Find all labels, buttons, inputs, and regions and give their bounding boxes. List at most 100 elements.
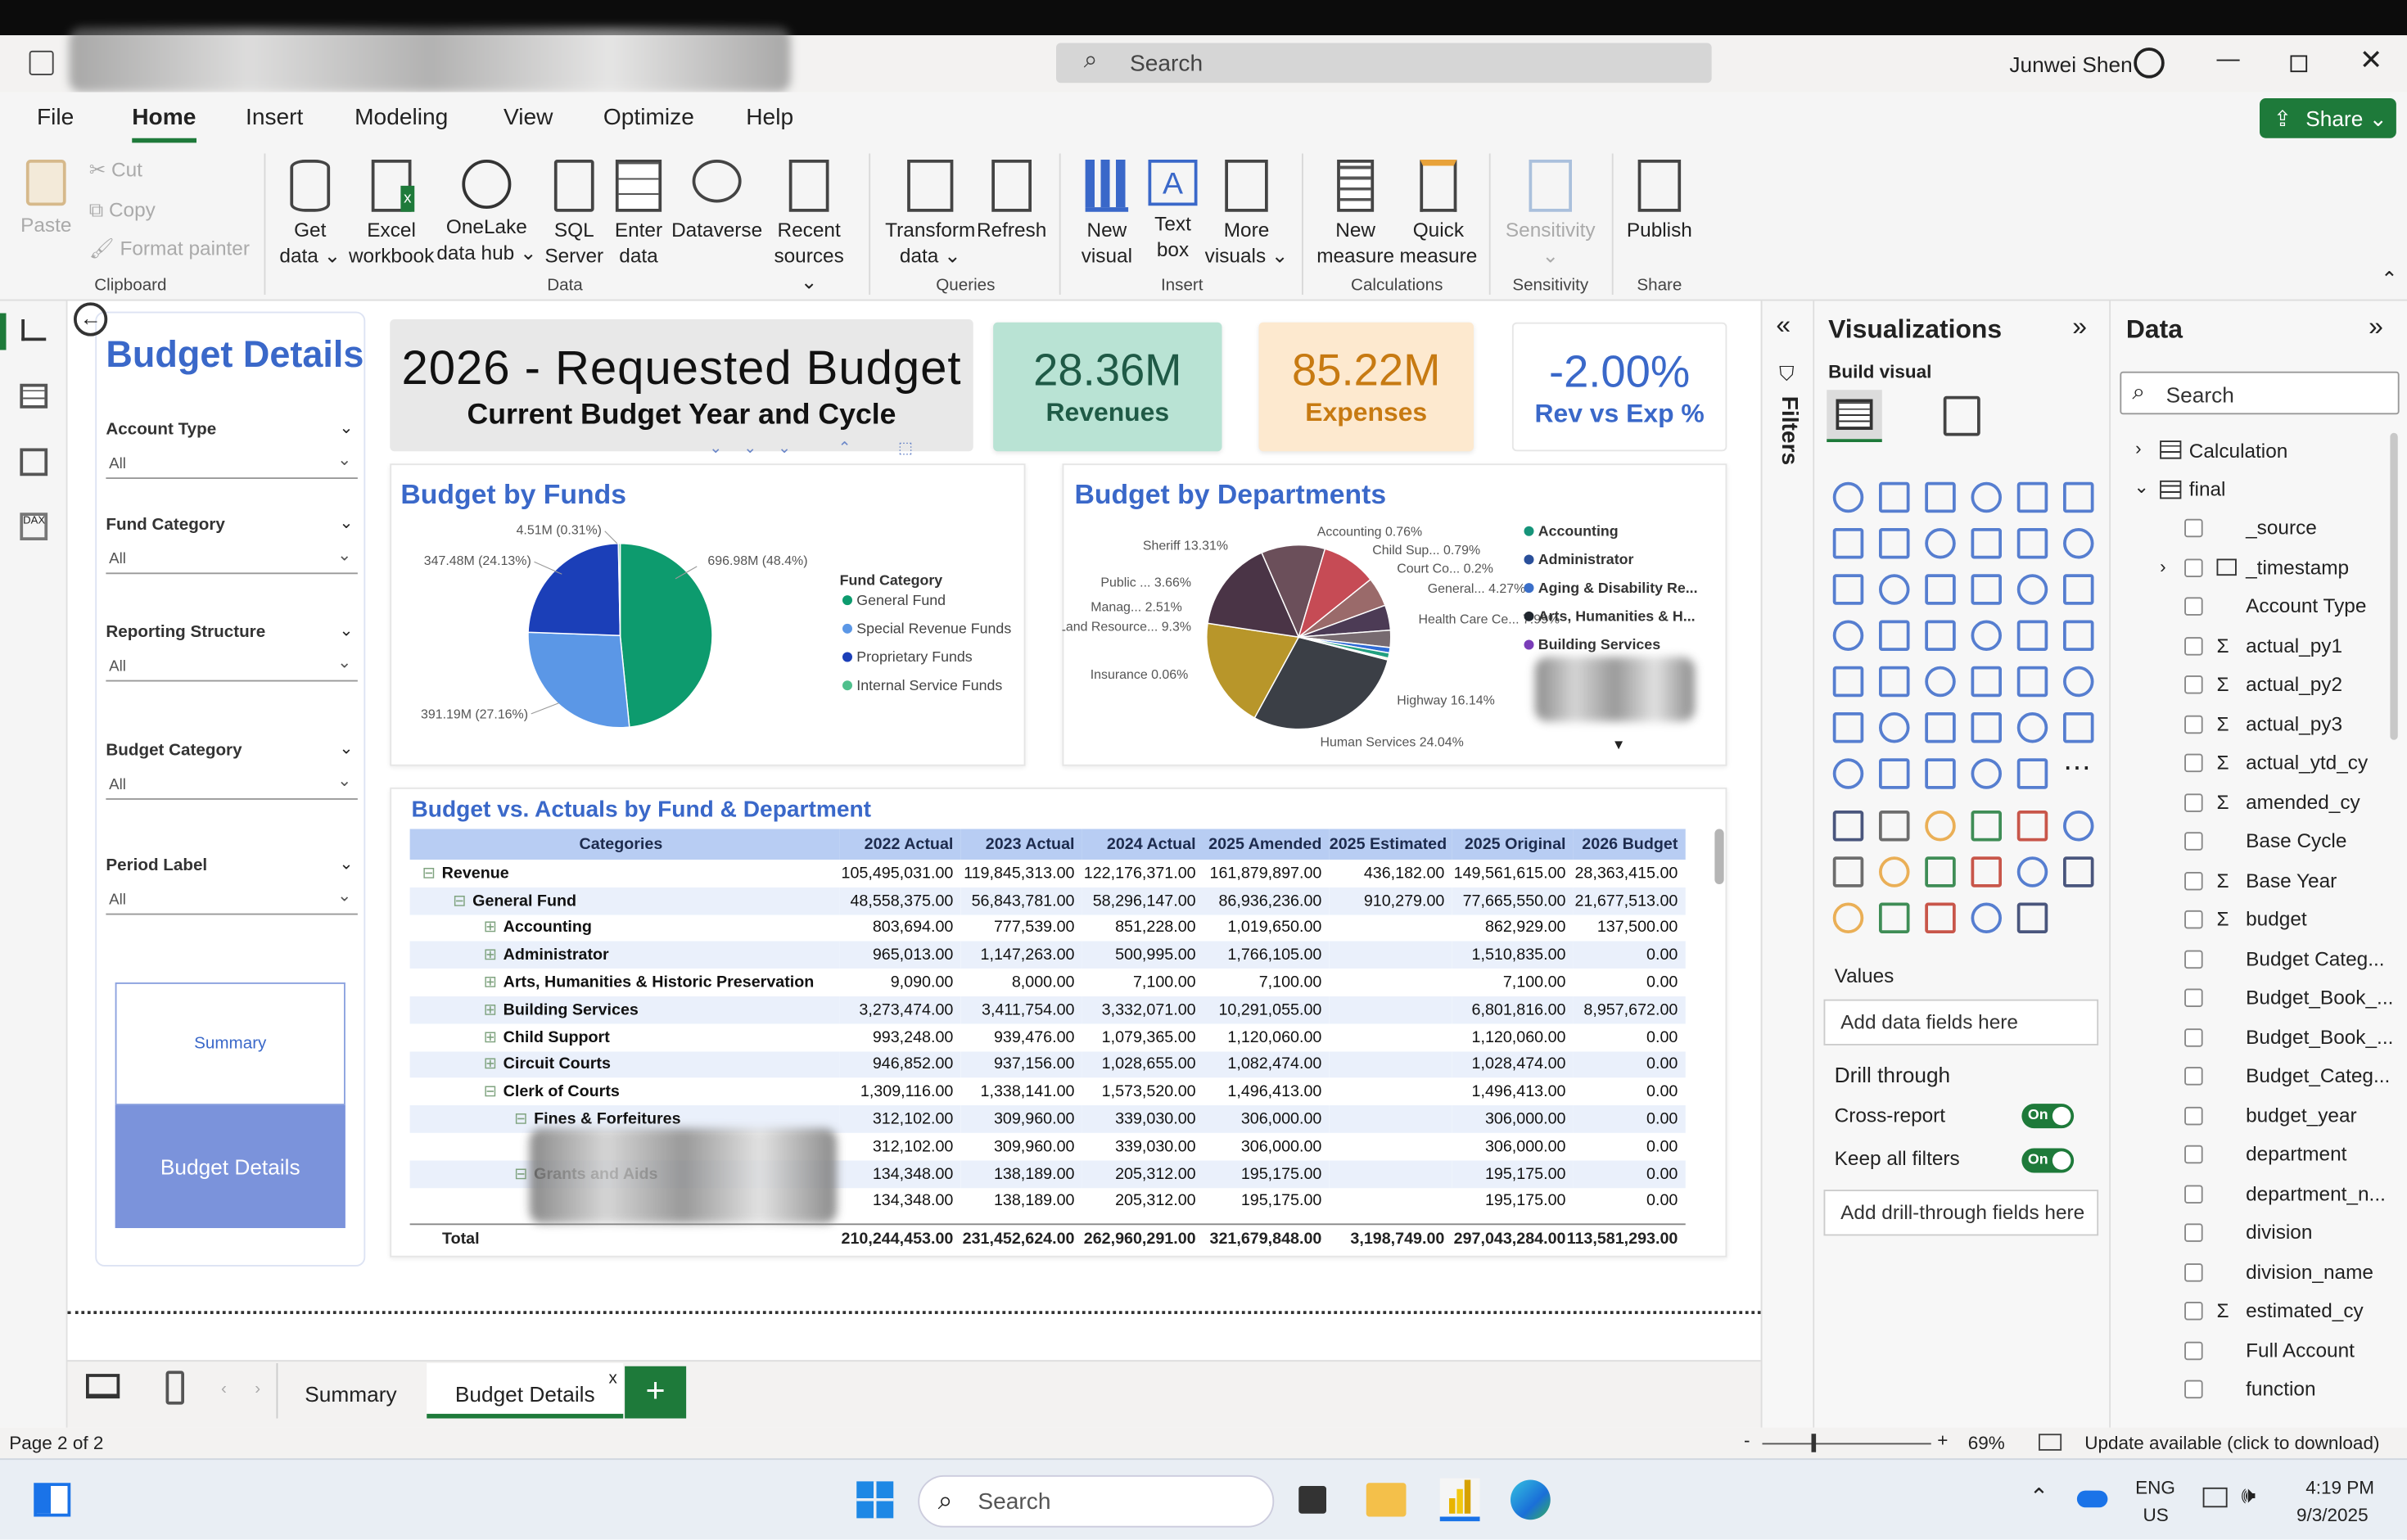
visual-type-icon[interactable] [2016, 481, 2048, 513]
table-row[interactable]: ⊞ Accounting 803,694.00 777,539.00 851,228.0… [410, 915, 1686, 942]
menu-optimize[interactable]: Optimize [603, 105, 694, 131]
transform-data-button[interactable]: Transform data ⌄ [881, 160, 979, 269]
tab-scroll-right-icon[interactable]: › [255, 1380, 260, 1399]
visual-type-icon[interactable] [1879, 712, 1910, 743]
zoom-slider[interactable]: - + [1744, 1429, 1951, 1453]
visual-type-icon[interactable] [1832, 758, 1864, 789]
data-field[interactable]: actual_ytd_cy [2246, 751, 2368, 774]
visual-type-icon[interactable] [2016, 902, 2048, 933]
network-icon[interactable] [2202, 1487, 2228, 1508]
add-page-button[interactable]: + [625, 1366, 687, 1419]
field-checkbox[interactable] [2184, 558, 2203, 577]
collapse-row-icon[interactable]: ⊟ [484, 1082, 498, 1101]
language-bottom[interactable]: US [2143, 1505, 2169, 1526]
visual-type-icon[interactable] [1925, 666, 1956, 698]
collapse-row-icon[interactable]: ⊟ [514, 1164, 528, 1183]
field-checkbox[interactable] [2184, 714, 2203, 734]
title-search-box[interactable]: ⌕ Search [1056, 43, 1712, 84]
tab-scroll-left-icon[interactable]: ‹ [221, 1380, 227, 1399]
new-visual-button[interactable]: New visual [1075, 160, 1140, 269]
visual-type-icon[interactable] [1832, 811, 1864, 842]
close-icon[interactable]: ✕ [2360, 44, 2382, 76]
user-avatar-icon[interactable] [2134, 47, 2165, 79]
visual-type-icon[interactable] [2016, 574, 2048, 605]
paste-button[interactable]: Paste [16, 160, 77, 238]
data-field[interactable]: Budget_Book_... [2246, 1025, 2393, 1048]
menu-modeling[interactable]: Modeling [355, 105, 448, 131]
dept-legend-item[interactable]: Administrator [1538, 551, 1634, 567]
visual-type-icon[interactable] [1971, 481, 2002, 513]
zoom-in-icon[interactable]: + [1937, 1429, 1948, 1451]
user-name[interactable]: Junwei Shen [2009, 52, 2132, 77]
field-checkbox[interactable] [2184, 1302, 2203, 1321]
visual-type-icon[interactable] [2063, 856, 2094, 887]
data-field[interactable]: department [2246, 1142, 2346, 1165]
visual-type-icon[interactable] [1925, 902, 1956, 933]
data-field[interactable]: _source [2246, 516, 2317, 539]
menu-insert[interactable]: Insert [246, 105, 303, 131]
nav-details-button[interactable]: Budget Details [115, 1105, 345, 1228]
data-field[interactable]: Budget_Book_... [2246, 986, 2393, 1009]
matrix-header[interactable]: 2025 Amended [1204, 829, 1330, 860]
legend-scroll-down-icon[interactable]: ▼ [1612, 737, 1626, 752]
table-calculation[interactable]: Calculation [2189, 439, 2288, 462]
file-explorer-icon[interactable] [1366, 1483, 1407, 1517]
expand-filters-icon[interactable]: « [1776, 310, 1791, 341]
text-box-button[interactable]: A Text box [1142, 160, 1204, 263]
table-row[interactable]: ⊞ Arts, Humanities & Historic Preservatio… [410, 969, 1686, 996]
visual-type-icon[interactable] [1925, 620, 1956, 651]
slicer-collapse-icon[interactable]: ⌄ [339, 418, 353, 438]
funds-pie-slice[interactable] [527, 631, 630, 729]
matrix-header[interactable]: 2024 Actual [1082, 829, 1204, 860]
sql-server-button[interactable]: SQL Server [540, 160, 608, 269]
task-view-icon[interactable] [1298, 1486, 1326, 1514]
field-checkbox[interactable] [2184, 988, 2203, 1007]
visual-type-icon[interactable] [1971, 811, 2002, 842]
dept-legend-item[interactable]: Building Services [1538, 636, 1660, 653]
menu-view[interactable]: View [504, 105, 553, 131]
matrix-header[interactable]: 2025 Original [1452, 829, 1574, 860]
visual-type-icon[interactable] [1971, 712, 2002, 743]
maximize-icon[interactable] [2290, 55, 2308, 73]
collapse-ribbon-icon[interactable]: ⌃ [2381, 267, 2397, 291]
tab-budget-details[interactable]: Budget Details x [427, 1363, 624, 1419]
collapse-final-icon[interactable]: ⌄ [2134, 476, 2149, 497]
refresh-button[interactable]: Refresh [977, 160, 1047, 242]
expand-calculation-icon[interactable]: › [2135, 437, 2142, 458]
data-field[interactable]: Budget Categ... [2246, 946, 2384, 969]
visual-type-icon[interactable] [2063, 712, 2094, 743]
visual-type-icon[interactable] [1879, 574, 1910, 605]
windows-start-icon[interactable] [856, 1481, 894, 1519]
powerbi-taskbar-icon[interactable] [1439, 1478, 1480, 1522]
visual-type-icon[interactable] [1879, 481, 1910, 513]
menu-home[interactable]: Home [132, 105, 196, 131]
table-view-icon[interactable] [20, 383, 48, 409]
recent-sources-button[interactable]: Recent sources ⌄ [768, 160, 851, 295]
visual-type-icon[interactable] [1925, 481, 1956, 513]
onedrive-icon[interactable] [2076, 1490, 2108, 1508]
funds-legend-item[interactable]: Internal Service Funds [856, 677, 1002, 693]
dax-query-view-icon[interactable]: DAX [20, 513, 48, 540]
expand-row-icon[interactable]: ⊞ [484, 973, 498, 992]
new-measure-button[interactable]: New measure [1314, 160, 1397, 269]
cut-button[interactable]: ✂ Cut [89, 156, 142, 183]
table-final[interactable]: final [2189, 477, 2226, 500]
data-field[interactable]: budget [2246, 907, 2307, 930]
funds-legend-item[interactable]: Special Revenue Funds [856, 620, 1011, 636]
field-checkbox[interactable] [2184, 793, 2203, 811]
data-field[interactable]: division_name [2246, 1259, 2373, 1282]
slicer-dropdown[interactable]: All ⌄ [106, 654, 358, 682]
visual-type-icon[interactable] [2016, 856, 2048, 887]
visual-type-icon[interactable] [1971, 574, 2002, 605]
menu-help[interactable]: Help [746, 105, 793, 131]
visual-type-icon[interactable] [2063, 666, 2094, 698]
slicer-dropdown[interactable]: All ⌄ [106, 887, 358, 915]
table-row[interactable]: ⊟ Clerk of Courts 1,309,116.00 1,338,141.00… [410, 1078, 1686, 1105]
update-available[interactable]: Update available (click to download) [2084, 1432, 2379, 1453]
dataverse-button[interactable]: Dataverse [670, 160, 765, 242]
field-checkbox[interactable] [2184, 753, 2203, 773]
data-field[interactable]: function [2246, 1377, 2315, 1400]
keep-filters-toggle[interactable]: On [2021, 1148, 2075, 1173]
field-checkbox[interactable] [2184, 1262, 2203, 1281]
visual-type-icon[interactable] [2016, 528, 2048, 559]
